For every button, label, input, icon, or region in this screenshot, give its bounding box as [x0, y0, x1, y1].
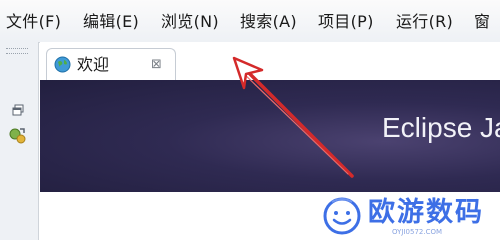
tab-welcome[interactable]: 欢迎 ⊠: [46, 48, 176, 81]
watermark: 欧游数码 OYJI0572.COM: [320, 196, 498, 238]
menu-bar: 文件(F) 编辑(E) 浏览(N) 搜索(A) 项目(P) 运行(R) 窗: [0, 0, 500, 43]
restore-button[interactable]: [8, 100, 28, 120]
watermark-brand: 欧游数码: [368, 197, 484, 228]
perspective-icon: [9, 128, 26, 144]
restore-icon: [12, 104, 24, 116]
watermark-logo-icon: [323, 197, 361, 235]
toolbar-grip[interactable]: [6, 48, 28, 54]
side-toolbar: [0, 42, 39, 240]
welcome-banner: Eclipse Ja: [40, 80, 500, 192]
tab-label: 欢迎: [77, 55, 110, 74]
menu-search[interactable]: 搜索(A): [240, 10, 297, 34]
banner-title: Eclipse Ja: [382, 112, 500, 143]
menu-file[interactable]: 文件(F): [6, 10, 61, 34]
perspective-button[interactable]: [8, 126, 28, 146]
menu-navigate[interactable]: 浏览(N): [161, 10, 219, 34]
menu-window[interactable]: 窗: [474, 10, 490, 34]
globe-icon: [54, 56, 71, 77]
watermark-url: OYJI0572.COM: [392, 228, 443, 236]
menu-edit[interactable]: 编辑(E): [83, 10, 139, 34]
menu-run[interactable]: 运行(R): [396, 10, 453, 34]
menu-project[interactable]: 项目(P): [318, 10, 374, 34]
close-icon[interactable]: ⊠: [151, 58, 162, 72]
